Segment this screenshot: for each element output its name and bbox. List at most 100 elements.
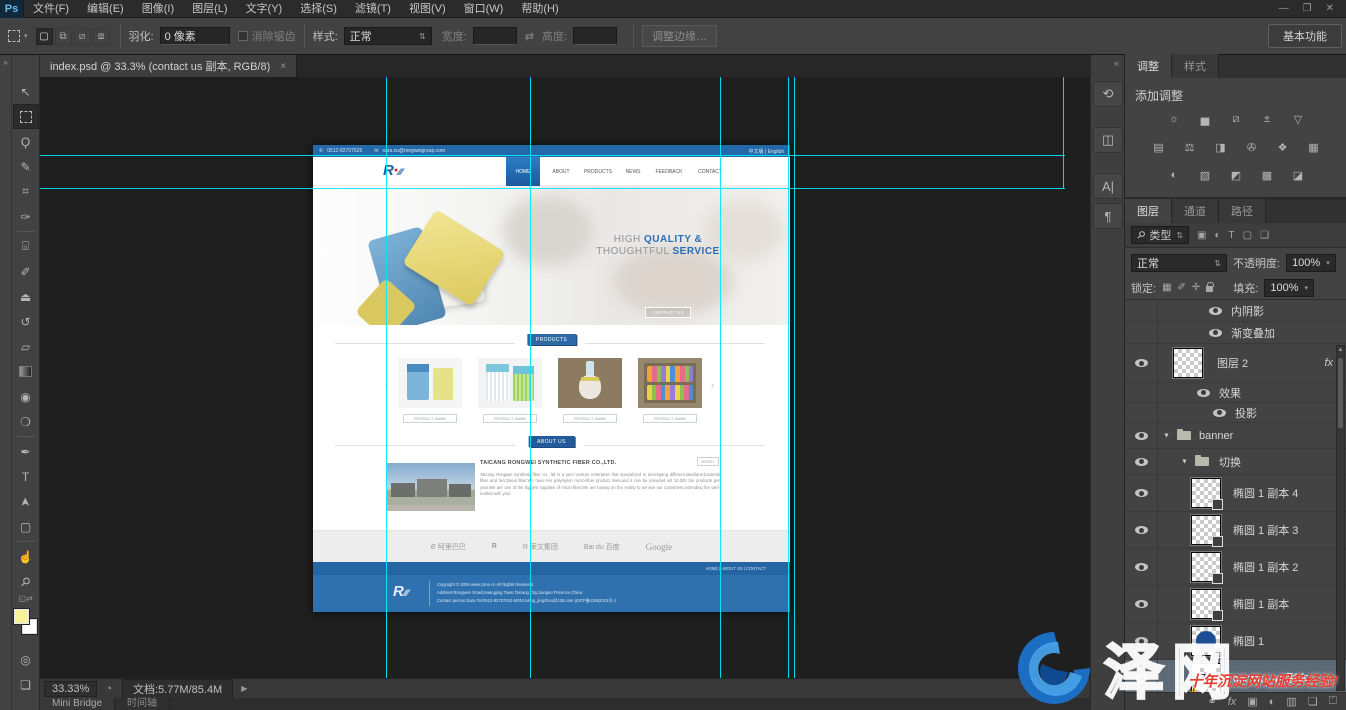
visibility-eye-icon[interactable] <box>1197 389 1210 397</box>
layer-effect-row[interactable]: 效果 <box>1125 383 1346 403</box>
history-brush-tool[interactable]: ↺ <box>13 309 39 334</box>
eraser-tool[interactable]: ▱ <box>13 334 39 359</box>
tab-close-icon[interactable]: × <box>280 61 286 72</box>
menu-file[interactable]: 文件(F) <box>24 0 78 18</box>
menu-select[interactable]: 选择(S) <box>291 0 346 18</box>
vertical-guide[interactable] <box>1063 77 1064 189</box>
vertical-guide[interactable] <box>386 77 387 678</box>
scroll-up-arrow-icon[interactable]: ▲ <box>1337 347 1344 353</box>
pen-tool[interactable]: ✒ <box>13 439 39 464</box>
layer-effect-row[interactable]: 投影 <box>1125 403 1346 423</box>
layer-mask-icon[interactable]: ▣ <box>1247 695 1257 708</box>
adjustment-layer-icon[interactable]: ◐ <box>1269 696 1276 708</box>
photo-filter-icon[interactable]: ✇ <box>1241 139 1263 155</box>
horizontal-guide[interactable] <box>40 188 1065 189</box>
layer-row[interactable]: 椭圆 1 副本 2 <box>1125 549 1346 586</box>
horizontal-guide[interactable] <box>40 155 1065 156</box>
selective-color-icon[interactable]: ◪ <box>1287 167 1309 183</box>
color-lookup-icon[interactable]: ▦ <box>1303 139 1325 155</box>
channel-mixer-icon[interactable]: ❖ <box>1272 139 1294 155</box>
filter-adjustment-layers-icon[interactable]: ◐ <box>1214 230 1220 241</box>
intersect-selection-button[interactable]: ⧈ <box>93 28 110 45</box>
effect-name[interactable]: 效果 <box>1219 385 1241 401</box>
lock-transparency-icon[interactable]: ▦ <box>1162 282 1171 293</box>
layer-thumbnail[interactable] <box>1191 589 1221 619</box>
fill-field[interactable]: 100% ▾ <box>1264 279 1314 297</box>
minimize-button[interactable]: — <box>1279 3 1289 14</box>
menu-image[interactable]: 图像(I) <box>133 0 183 18</box>
layer-name[interactable]: 椭圆 1 <box>1233 633 1264 649</box>
quick-mask-button[interactable]: ◎ <box>13 647 39 672</box>
visibility-eye-icon[interactable] <box>1135 637 1148 645</box>
visibility-eye-icon[interactable] <box>1135 359 1148 367</box>
paragraph-panel-button[interactable]: ¶ <box>1093 203 1123 229</box>
layer-effect-row[interactable]: 渐变叠加 <box>1125 322 1346 344</box>
group-name[interactable]: 切换 <box>1219 454 1241 470</box>
group-expand-caret-icon[interactable]: ▼ <box>1163 432 1170 439</box>
invert-icon[interactable]: ◐ <box>1163 167 1185 183</box>
link-layers-icon[interactable]: ⚭ <box>1208 695 1217 708</box>
eyedropper-tool[interactable]: ✑ <box>13 204 39 229</box>
visibility-eye-icon[interactable] <box>1135 674 1148 682</box>
tab-mini-bridge[interactable]: Mini Bridge <box>40 698 115 710</box>
antialias-checkbox[interactable] <box>238 31 248 41</box>
style-dropdown[interactable]: 正常 ⇅ <box>344 27 432 45</box>
layer-name[interactable]: 椭圆 1 副本 2 <box>1233 559 1298 575</box>
new-selection-button[interactable]: ▢ <box>36 28 53 45</box>
layer-thumbnail[interactable]: T <box>1191 663 1221 692</box>
feather-input[interactable] <box>160 27 230 45</box>
layer-row[interactable]: 图层 2 fx <box>1125 344 1346 383</box>
layer-name[interactable]: contact us 副本 <box>1233 670 1308 686</box>
color-balance-icon[interactable]: ⚖ <box>1179 139 1201 155</box>
tab-styles[interactable]: 样式 <box>1172 54 1219 78</box>
layer-row[interactable]: 椭圆 1 副本 3 <box>1125 512 1346 549</box>
hand-tool[interactable]: ☝ <box>13 544 39 569</box>
document-tab[interactable]: index.psd @ 33.3% (contact us 副本, RGB/8)… <box>40 55 297 77</box>
visibility-eye-icon[interactable] <box>1209 307 1222 315</box>
layer-thumbnail[interactable] <box>1191 478 1221 508</box>
tool-preset-picker[interactable]: ▾ <box>0 30 36 42</box>
layer-group-row[interactable]: ▼ banner <box>1125 423 1346 449</box>
menu-edit[interactable]: 编辑(E) <box>78 0 133 18</box>
refine-edge-button[interactable]: 调整边缘… <box>642 25 717 47</box>
tab-adjustments[interactable]: 调整 <box>1125 54 1172 78</box>
threshold-icon[interactable]: ◩ <box>1225 167 1247 183</box>
workspace-switcher-button[interactable]: 基本功能 <box>1268 24 1342 48</box>
collapse-panels-icon[interactable]: « <box>1114 58 1119 68</box>
exposure-icon[interactable]: ± <box>1256 111 1278 127</box>
menu-view[interactable]: 视图(V) <box>400 0 455 18</box>
expand-dock-icon[interactable]: » <box>0 55 11 67</box>
layer-row[interactable]: 椭圆 1 副本 4 <box>1125 475 1346 512</box>
new-layer-icon[interactable]: ❏ <box>1308 695 1318 708</box>
scrollbar-thumb[interactable] <box>1338 358 1343 428</box>
vertical-guide[interactable] <box>794 77 795 678</box>
menu-help[interactable]: 帮助(H) <box>512 0 567 18</box>
tab-timeline[interactable]: 时间轴 <box>115 698 170 710</box>
hue-saturation-icon[interactable]: ▤ <box>1148 139 1170 155</box>
layer-row[interactable]: 椭圆 1 副本 <box>1125 586 1346 623</box>
swap-dimensions-icon[interactable]: ⇄ <box>525 30 534 43</box>
vertical-guide[interactable] <box>720 77 721 678</box>
layer-group-row[interactable]: ▼ 切换 <box>1125 449 1346 475</box>
visibility-eye-icon[interactable] <box>1209 329 1222 337</box>
visibility-eye-icon[interactable] <box>1135 563 1148 571</box>
curves-icon[interactable]: ⧄ <box>1225 111 1247 127</box>
shape-tool[interactable]: ▢ <box>13 514 39 539</box>
zoom-tool[interactable]: ⚲ <box>13 569 39 594</box>
filter-pixel-layers-icon[interactable]: ▣ <box>1197 230 1206 241</box>
effect-name[interactable]: 投影 <box>1235 405 1257 421</box>
brightness-contrast-icon[interactable]: ☼ <box>1163 111 1185 127</box>
visibility-eye-icon[interactable] <box>1135 489 1148 497</box>
levels-icon[interactable]: ▅ <box>1194 111 1216 127</box>
layer-effect-row[interactable]: 内阴影 <box>1125 300 1346 322</box>
vibrance-icon[interactable]: ▽ <box>1287 111 1309 127</box>
lock-pixels-icon[interactable]: ✐ <box>1178 282 1186 293</box>
tab-channels[interactable]: 通道 <box>1172 199 1219 223</box>
layer-name[interactable]: 椭圆 1 副本 <box>1233 596 1289 612</box>
add-selection-button[interactable]: ⧉ <box>55 28 72 45</box>
vertical-guide[interactable] <box>530 77 531 678</box>
menu-layer[interactable]: 图层(L) <box>183 0 236 18</box>
layer-thumbnail[interactable] <box>1173 348 1203 378</box>
foreground-color-swatch[interactable] <box>14 609 29 624</box>
path-selection-tool[interactable]: ➤ <box>13 489 39 514</box>
